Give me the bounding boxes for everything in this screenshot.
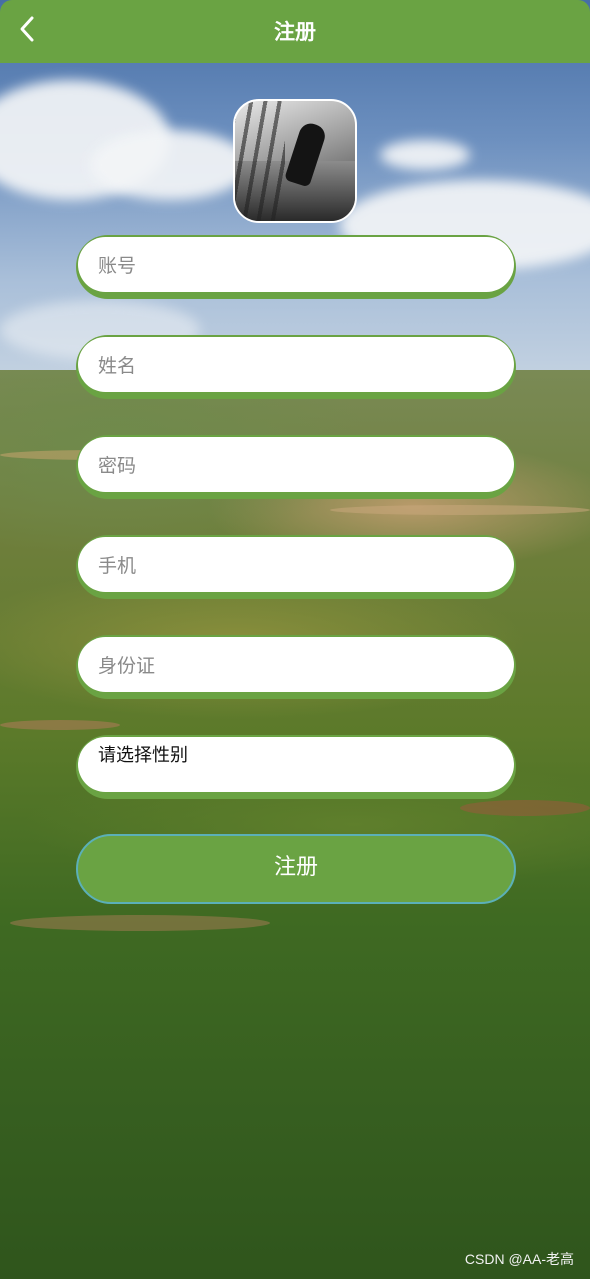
account-field (76, 235, 516, 299)
id-card-field (76, 635, 516, 699)
register-button[interactable]: 注册 (76, 834, 516, 904)
page-title: 注册 (274, 20, 316, 44)
field-strip (460, 800, 590, 816)
name-input[interactable] (96, 345, 480, 387)
cloud (380, 140, 470, 170)
field-strip (330, 505, 590, 515)
gender-select-value: 请选择性别 (98, 745, 188, 766)
avatar (233, 99, 357, 223)
password-input[interactable] (96, 445, 480, 487)
account-input[interactable] (96, 245, 480, 287)
password-field (76, 435, 516, 499)
phone-field (76, 535, 516, 599)
name-field (76, 335, 516, 399)
cloud (90, 130, 250, 200)
field-strip (10, 915, 270, 931)
gender-select[interactable]: 请选择性别 (76, 735, 516, 799)
id-card-input[interactable] (96, 645, 480, 687)
watermark: CSDN @AA-老高 (464, 1251, 574, 1267)
field-strip (0, 720, 120, 730)
app-header: 注册 (0, 0, 590, 63)
phone-input[interactable] (96, 545, 480, 587)
